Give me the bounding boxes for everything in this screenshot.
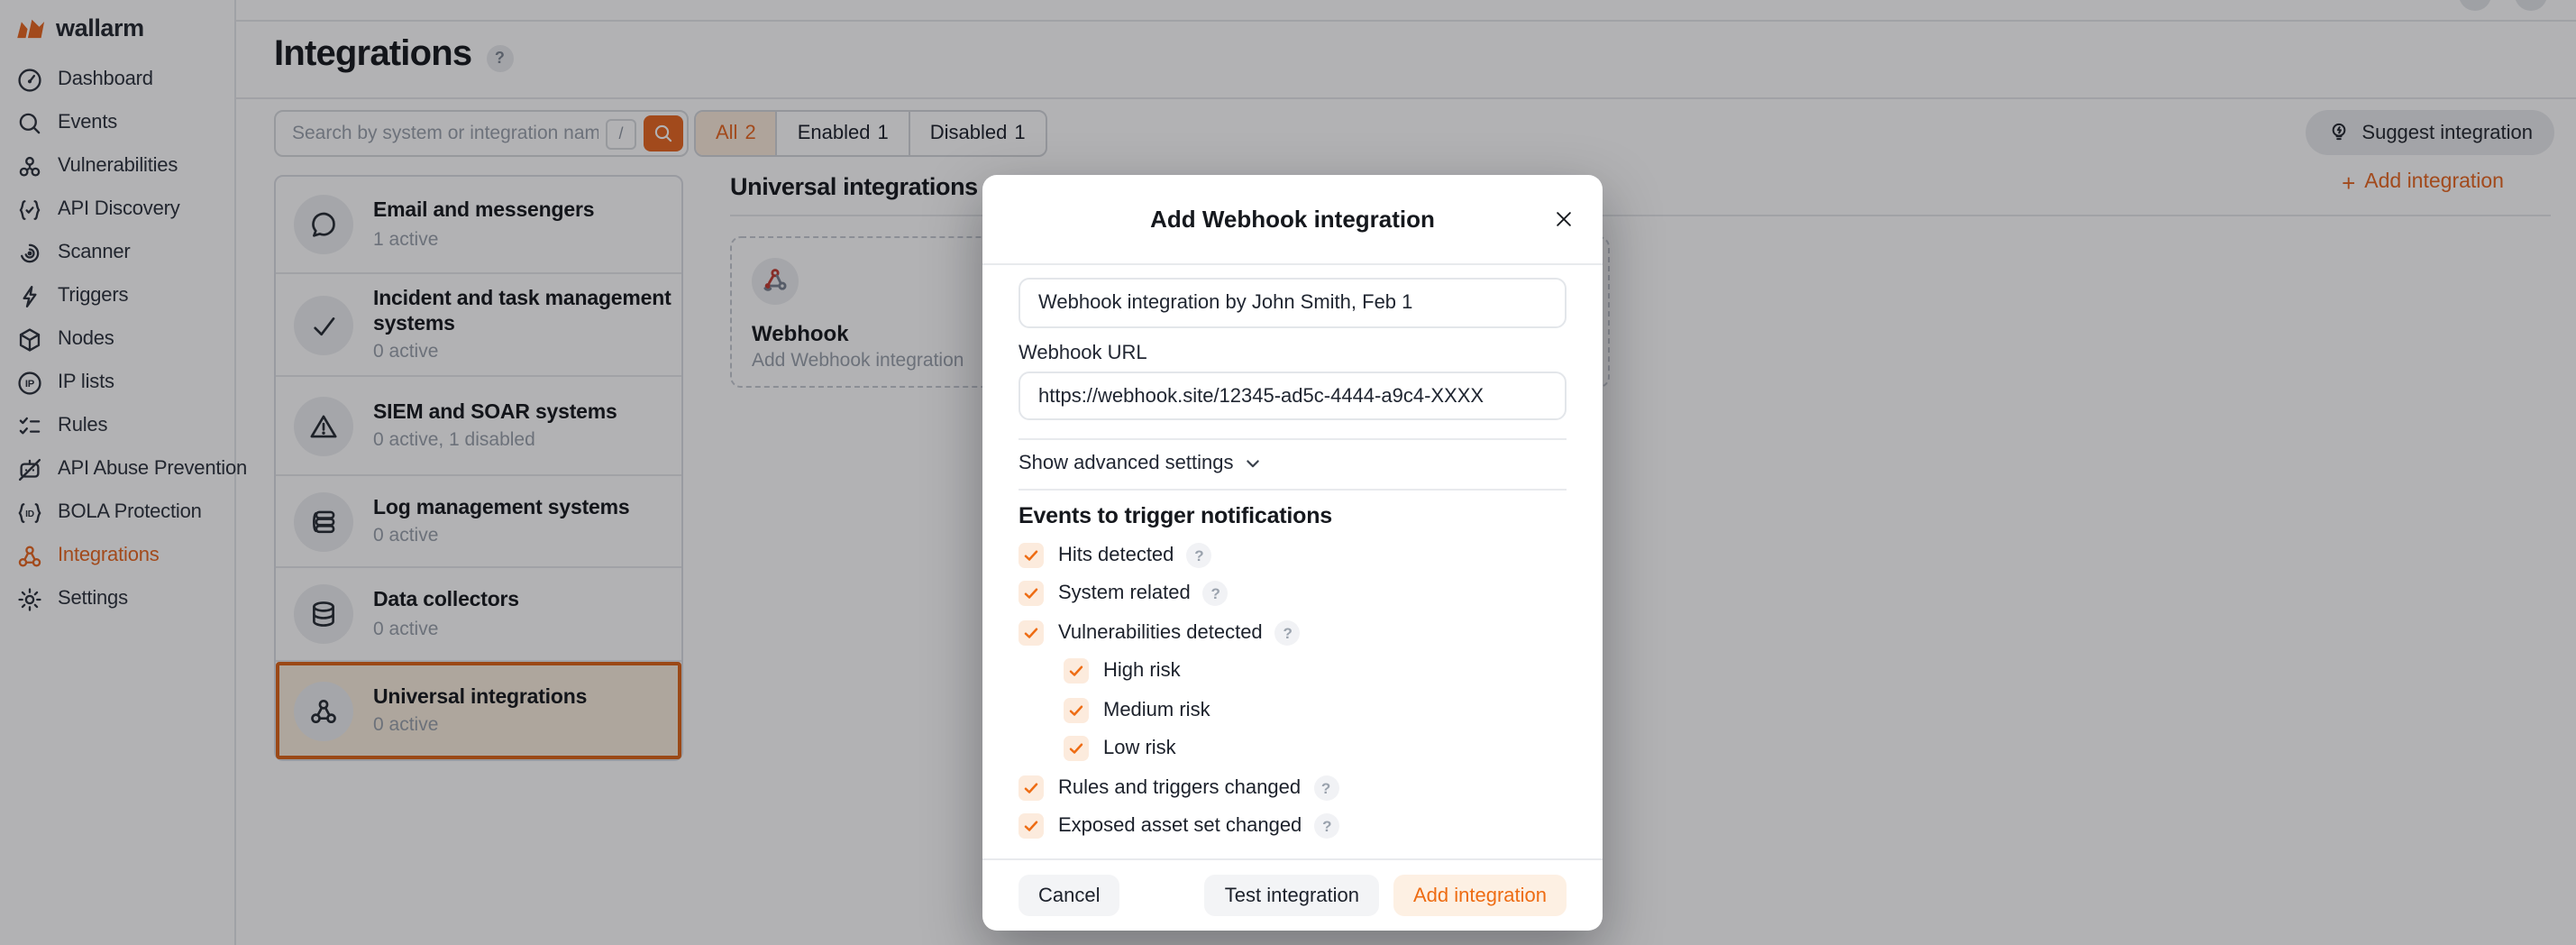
- add-webhook-modal: Add Webhook integration Webhook URL Show…: [982, 175, 1603, 931]
- event-label: High risk: [1103, 660, 1181, 682]
- modal-title: Add Webhook integration: [982, 175, 1603, 263]
- event-row-exposed-asset-set-changed: Exposed asset set changed?: [1019, 812, 1567, 839]
- add-integration-button[interactable]: Add integration: [1393, 875, 1567, 916]
- webhook-url-input[interactable]: [1019, 372, 1567, 420]
- show-advanced-settings-toggle[interactable]: Show advanced settings: [1019, 447, 1567, 480]
- checkbox-checked-icon[interactable]: [1019, 542, 1044, 567]
- help-icon[interactable]: ?: [1186, 542, 1211, 567]
- help-icon[interactable]: ?: [1203, 581, 1229, 606]
- modal-body: Webhook URL Show advanced settings Event…: [982, 278, 1603, 839]
- events-checkbox-list: Hits detected?System related?Vulnerabili…: [1019, 541, 1567, 839]
- checkbox-checked-icon[interactable]: [1019, 775, 1044, 800]
- checkbox-checked-icon[interactable]: [1064, 697, 1089, 722]
- event-label: System related: [1058, 583, 1191, 604]
- checkbox-checked-icon[interactable]: [1019, 581, 1044, 606]
- show-advanced-settings-label: Show advanced settings: [1019, 453, 1234, 474]
- modal-footer: Cancel Test integration Add integration: [982, 858, 1603, 931]
- event-label: Rules and triggers changed: [1058, 776, 1301, 798]
- event-label: Vulnerabilities detected: [1058, 621, 1263, 643]
- webhook-url-label: Webhook URL: [1019, 343, 1567, 364]
- event-label: Medium risk: [1103, 699, 1210, 720]
- checkbox-checked-icon[interactable]: [1064, 736, 1089, 761]
- chevron-down-icon: [1245, 454, 1263, 472]
- help-icon[interactable]: ?: [1313, 775, 1338, 800]
- event-row-system-related: System related?: [1019, 580, 1567, 607]
- event-label: Exposed asset set changed: [1058, 815, 1302, 837]
- checkbox-checked-icon[interactable]: [1019, 813, 1044, 839]
- help-icon[interactable]: ?: [1275, 619, 1301, 645]
- test-integration-button[interactable]: Test integration: [1205, 875, 1379, 916]
- events-heading: Events to trigger notifications: [1019, 503, 1567, 528]
- modal-header: Add Webhook integration: [982, 175, 1603, 265]
- event-row-rules-and-triggers-changed: Rules and triggers changed?: [1019, 774, 1567, 801]
- app-root: wallarm DashboardEventsVulnerabilitiesAP…: [0, 0, 2576, 945]
- event-row-hits-detected: Hits detected?: [1019, 541, 1567, 568]
- section-divider: [1019, 438, 1567, 440]
- checkbox-checked-icon[interactable]: [1019, 619, 1044, 645]
- section-divider: [1019, 489, 1567, 491]
- cancel-button[interactable]: Cancel: [1019, 875, 1120, 916]
- checkbox-checked-icon[interactable]: [1064, 658, 1089, 684]
- event-row-medium-risk: Medium risk: [1064, 696, 1567, 723]
- event-label: Hits detected: [1058, 544, 1174, 565]
- event-row-vulnerabilities-detected: Vulnerabilities detected?: [1019, 619, 1567, 646]
- event-row-low-risk: Low risk: [1064, 735, 1567, 762]
- help-icon[interactable]: ?: [1314, 813, 1339, 839]
- close-icon[interactable]: [1547, 202, 1579, 234]
- event-label: Low risk: [1103, 738, 1176, 759]
- integration-name-input[interactable]: [1019, 278, 1567, 328]
- event-row-high-risk: High risk: [1064, 657, 1567, 684]
